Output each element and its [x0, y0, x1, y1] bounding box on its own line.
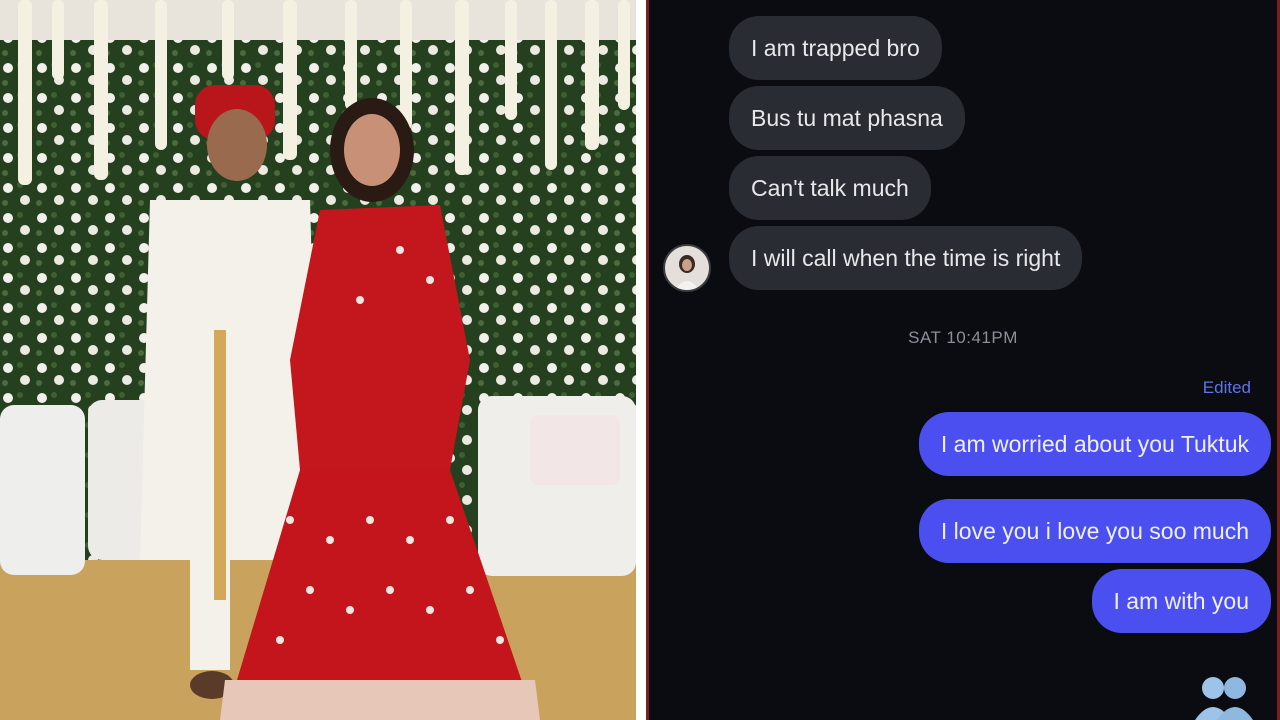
people-icon: [1191, 672, 1257, 720]
outgoing-message: I love you i love you soo much: [918, 499, 1271, 563]
incoming-message: I will call when the time is right: [729, 226, 1083, 290]
incoming-message: Bus tu mat phasna: [729, 86, 965, 150]
chat-panel: I am trapped bro Bus tu mat phasna Can't…: [646, 0, 1280, 720]
incoming-message: I am trapped bro: [729, 16, 942, 80]
contact-avatar-icon[interactable]: [663, 244, 711, 292]
incoming-message: Can't talk much: [729, 156, 931, 220]
message-timestamp: SAT 10:41PM: [908, 328, 1018, 347]
outgoing-message: I am with you: [1091, 569, 1271, 633]
wedding-photo-illustration: [0, 0, 636, 720]
outgoing-message: I am worried about you Tuktuk: [918, 412, 1271, 476]
wedding-photo: [0, 0, 636, 720]
image-divider: [636, 0, 646, 720]
edited-label: Edited: [1202, 378, 1251, 397]
